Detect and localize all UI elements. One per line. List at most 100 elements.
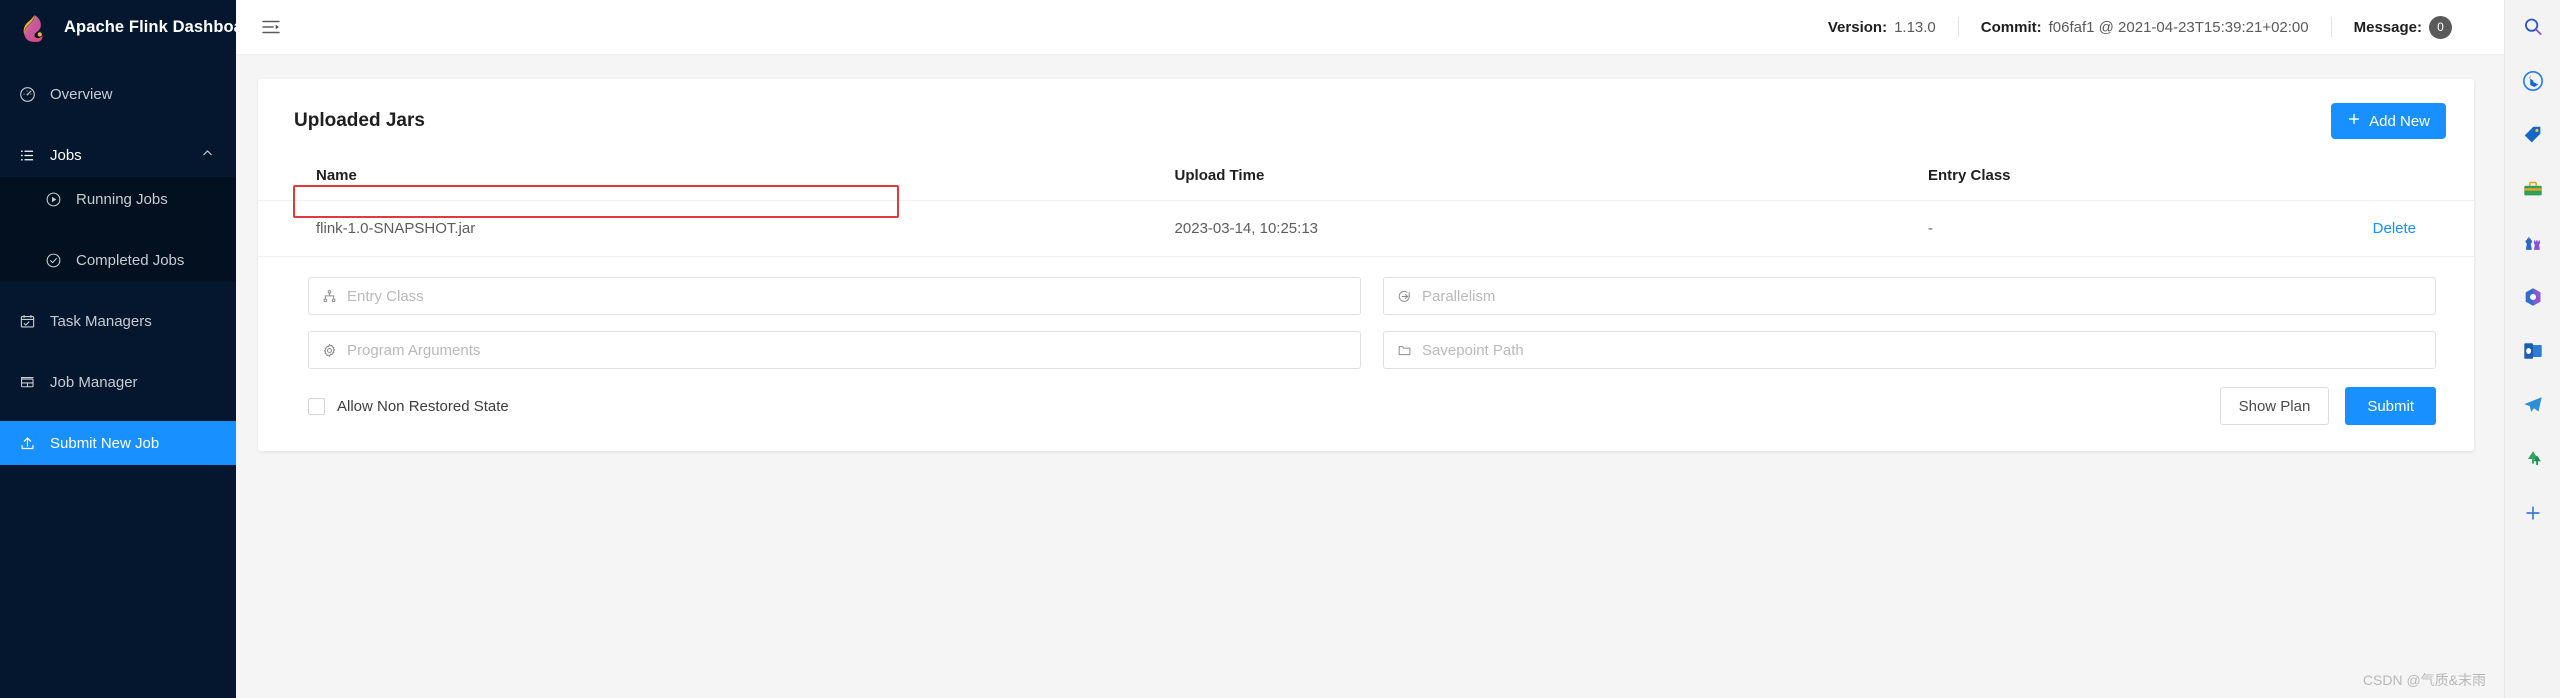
card-header: Uploaded Jars Add New xyxy=(258,79,2474,157)
column-header-entry-class[interactable]: Entry Class xyxy=(1919,157,2275,201)
column-header-actions xyxy=(2274,157,2474,201)
games-chess-icon[interactable] xyxy=(2514,224,2552,262)
savepoint-path-input[interactable] xyxy=(1422,341,2423,359)
trees-icon[interactable] xyxy=(2514,440,2552,478)
outlook-icon[interactable] xyxy=(2514,332,2552,370)
watermark: CSDN @气质&末雨 xyxy=(2362,672,2486,688)
parallelism-input[interactable] xyxy=(1422,287,2423,305)
form-row-1 xyxy=(308,277,2436,315)
sidebar-subgroup-jobs: Running Jobs Completed Jobs xyxy=(0,177,236,282)
search-icon[interactable] xyxy=(2514,8,2552,46)
table-header: Name Upload Time Entry Class xyxy=(258,157,2474,201)
layout-blocks-icon xyxy=(18,373,36,391)
microsoft-365-icon[interactable] xyxy=(2514,278,2552,316)
sidebar-item-running-jobs[interactable]: Running Jobs xyxy=(0,177,236,221)
folder-icon xyxy=(1396,342,1413,359)
entry-class-input[interactable] xyxy=(347,287,1348,305)
parallelism-field[interactable] xyxy=(1383,277,2436,315)
savepoint-path-field[interactable] xyxy=(1383,331,2436,369)
table-body: flink-1.0-SNAPSHOT.jar 2023-03-14, 10:25… xyxy=(258,200,2474,257)
add-new-label: Add New xyxy=(2369,112,2430,130)
windows-sidebar-rail xyxy=(2504,0,2560,698)
sidebar-item-submit-new-job[interactable]: Submit New Job xyxy=(0,421,236,465)
checkbox-label: Allow Non Restored State xyxy=(337,397,509,415)
sidebar-item-label: Job Manager xyxy=(50,373,138,391)
column-header-upload-time[interactable]: Upload Time xyxy=(1166,157,1920,201)
cell-jar-name: flink-1.0-SNAPSHOT.jar xyxy=(258,200,1167,257)
toolbox-icon[interactable] xyxy=(2514,170,2552,208)
table-header-row: Name Upload Time Entry Class xyxy=(258,157,2474,201)
telegram-send-icon[interactable] xyxy=(2514,386,2552,424)
delete-link[interactable]: Delete xyxy=(2373,220,2416,237)
brand[interactable]: Apache Flink Dashboard xyxy=(0,0,260,55)
uploaded-jars-card: Uploaded Jars Add New Name Upload Time E… xyxy=(258,79,2474,451)
check-circle-icon xyxy=(44,251,62,269)
topbar: Version: 1.13.0 Commit: f06faf1 @ 2021-0… xyxy=(236,0,2504,55)
sidebar-item-completed-jobs[interactable]: Completed Jobs xyxy=(0,238,236,282)
form-action-row: Allow Non Restored State Show Plan Submi… xyxy=(308,387,2436,425)
cluster-icon xyxy=(321,288,338,305)
message-label: Message: xyxy=(2353,18,2422,36)
dashboard-icon xyxy=(18,85,36,103)
sidebar-item-overview[interactable]: Overview xyxy=(0,72,236,116)
upload-icon xyxy=(18,434,36,452)
main-area: Version: 1.13.0 Commit: f06faf1 @ 2021-0… xyxy=(236,0,2504,698)
commit-label: Commit: xyxy=(1980,18,2042,36)
flink-squirrel-logo-icon xyxy=(18,11,52,45)
sidebar-item-job-manager[interactable]: Job Manager xyxy=(0,360,236,404)
entry-class-field[interactable] xyxy=(308,277,1361,315)
allow-non-restored-state-checkbox[interactable]: Allow Non Restored State xyxy=(308,397,509,415)
submit-button[interactable]: Submit xyxy=(2345,387,2436,425)
gear-icon xyxy=(321,342,338,359)
cell-upload-time: 2023-03-14, 10:25:13 xyxy=(1166,200,1920,257)
shopping-tag-icon[interactable] xyxy=(2514,116,2552,154)
sidebar-item-task-managers[interactable]: Task Managers xyxy=(0,299,236,343)
checkbox-box[interactable] xyxy=(308,397,325,415)
table-row[interactable]: flink-1.0-SNAPSHOT.jar 2023-03-14, 10:25… xyxy=(258,200,2474,257)
sidebar: Apache Flink Dashboard Overview Jobs Run… xyxy=(0,0,260,698)
sidebar-item-label: Submit New Job xyxy=(50,434,160,452)
cell-entry-class: - xyxy=(1919,200,2275,257)
sidebar-item-label: Jobs xyxy=(50,146,82,164)
play-circle-icon xyxy=(44,190,62,208)
sidebar-item-label: Running Jobs xyxy=(76,190,168,208)
page-title: Uploaded Jars xyxy=(294,110,425,131)
plus-icon xyxy=(2347,112,2361,130)
content-area: Uploaded Jars Add New Name Upload Time E… xyxy=(236,55,2504,698)
sidebar-nav: Overview Jobs Running Jobs Completed Job… xyxy=(0,72,236,465)
program-arguments-field[interactable] xyxy=(308,331,1361,369)
column-header-name[interactable]: Name xyxy=(258,157,1167,201)
sidebar-item-label: Overview xyxy=(50,85,113,103)
chevron-up-icon[interactable] xyxy=(201,147,214,164)
commit-value: f06faf1 @ 2021-04-23T15:39:21+02:00 xyxy=(2048,18,2309,36)
sidebar-item-label: Task Managers xyxy=(50,312,152,330)
show-plan-button[interactable]: Show Plan xyxy=(2219,387,2330,425)
version-label: Version: xyxy=(1827,18,1888,36)
version-value: 1.13.0 xyxy=(1894,18,1936,36)
message-block[interactable]: Message: 0 xyxy=(2332,15,2474,39)
calendar-check-icon xyxy=(18,312,36,330)
app-root: Apache Flink Dashboard Overview Jobs Run… xyxy=(0,0,2560,698)
message-count-badge: 0 xyxy=(2429,15,2452,39)
commit-block: Commit: f06faf1 @ 2021-04-23T15:39:21+02… xyxy=(1959,19,2331,36)
menu-fold-icon[interactable] xyxy=(258,14,284,40)
bing-copilot-icon[interactable] xyxy=(2514,62,2552,100)
form-row-2 xyxy=(308,331,2436,369)
add-new-button[interactable]: Add New xyxy=(2331,103,2446,139)
list-icon xyxy=(18,146,36,164)
program-arguments-input[interactable] xyxy=(347,341,1348,359)
add-plus-icon[interactable] xyxy=(2514,494,2552,532)
brand-title: Apache Flink Dashboard xyxy=(64,18,260,36)
sidebar-item-label: Completed Jobs xyxy=(76,251,185,269)
topbar-info: Version: 1.13.0 Commit: f06faf1 @ 2021-0… xyxy=(1806,15,2474,39)
login-arrow-icon xyxy=(1396,288,1413,305)
sidebar-item-jobs[interactable]: Jobs xyxy=(0,133,236,177)
nav-spacer xyxy=(0,221,236,238)
uploaded-jars-table: Name Upload Time Entry Class flink-1.0-S… xyxy=(258,157,2474,257)
version-block: Version: 1.13.0 xyxy=(1806,19,1958,36)
submit-job-form: Allow Non Restored State Show Plan Submi… xyxy=(258,257,2474,425)
